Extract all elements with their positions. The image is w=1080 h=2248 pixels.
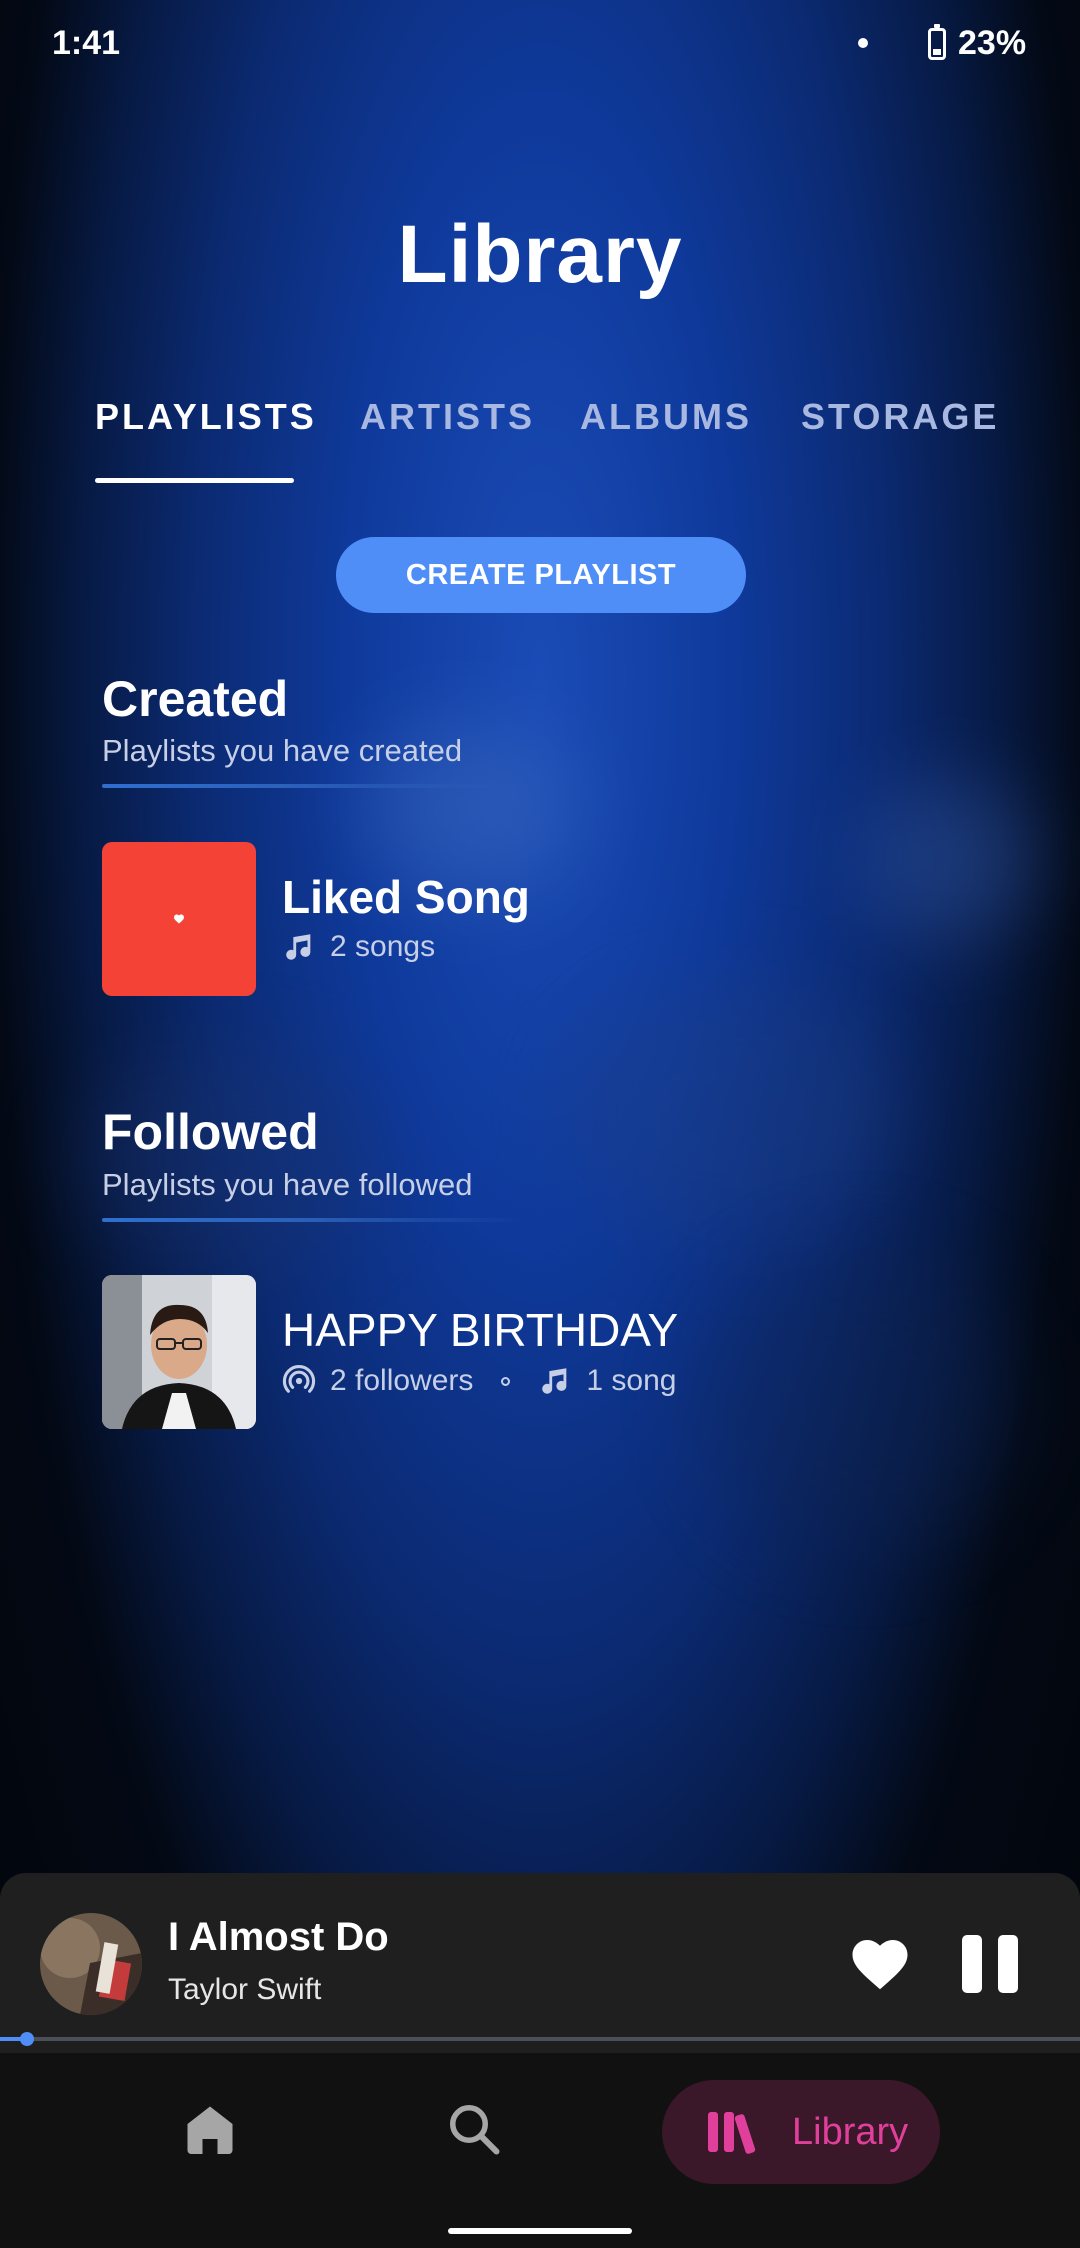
library-icon bbox=[708, 2112, 756, 2154]
follower-count: 2 followers bbox=[330, 1364, 474, 1397]
nav-library-button[interactable]: Library bbox=[662, 2080, 940, 2184]
library-tabs: PLAYLISTS ARTISTS ALBUMS STORAGE bbox=[0, 396, 1080, 492]
heart-icon bbox=[174, 914, 184, 924]
page-title: Library bbox=[397, 209, 683, 300]
playlist-title: HAPPY BIRTHDAY bbox=[282, 1304, 679, 1356]
pause-bar bbox=[998, 1935, 1018, 1993]
playlist-meta: 2 songs bbox=[282, 930, 435, 964]
playlist-meta: 2 followers 1 song bbox=[282, 1364, 676, 1398]
active-tab-indicator bbox=[95, 478, 294, 483]
search-icon[interactable] bbox=[444, 2099, 504, 2159]
podcast-icon bbox=[282, 1365, 316, 1393]
music-note-icon bbox=[286, 934, 311, 960]
tab-storage[interactable]: STORAGE bbox=[801, 396, 999, 438]
notification-dot-icon bbox=[858, 38, 868, 48]
followed-section-title: Followed bbox=[102, 1104, 319, 1160]
playback-progress[interactable] bbox=[0, 2032, 1080, 2046]
bottom-navigation: Library bbox=[0, 2053, 1080, 2248]
now-playing-artist: Taylor Swift bbox=[168, 1973, 322, 2006]
heart-icon[interactable] bbox=[850, 1935, 910, 1991]
album-art bbox=[40, 1913, 142, 2015]
status-time: 1:41 bbox=[52, 24, 121, 62]
status-bar: 1:41 23% bbox=[0, 0, 1080, 92]
tab-playlists[interactable]: PLAYLISTS bbox=[95, 396, 317, 438]
battery-percent: 23% bbox=[958, 24, 1027, 62]
pause-button[interactable] bbox=[962, 1935, 1018, 1993]
music-note-icon bbox=[542, 1368, 567, 1394]
song-count: 2 songs bbox=[330, 930, 436, 963]
playlist-title: Liked Song bbox=[282, 871, 530, 923]
now-playing-title: I Almost Do bbox=[168, 1915, 389, 1959]
home-indicator bbox=[448, 2228, 632, 2234]
section-divider bbox=[102, 784, 522, 788]
home-icon[interactable] bbox=[180, 2099, 240, 2159]
pause-bar bbox=[962, 1935, 982, 1993]
nav-library-label: Library bbox=[792, 2110, 909, 2153]
progress-knob[interactable] bbox=[20, 2032, 34, 2046]
create-playlist-button[interactable]: CREATE PLAYLIST bbox=[336, 537, 746, 613]
created-section-subtitle: Playlists you have created bbox=[102, 733, 463, 768]
playlist-cover-photo bbox=[102, 1275, 256, 1429]
created-section-title: Created bbox=[102, 671, 289, 727]
mini-player[interactable]: I Almost Do Taylor Swift bbox=[0, 1873, 1080, 2053]
followed-section-subtitle: Playlists you have followed bbox=[102, 1167, 473, 1202]
separator-dot bbox=[501, 1376, 511, 1386]
battery-icon bbox=[928, 24, 946, 60]
tab-albums[interactable]: ALBUMS bbox=[580, 396, 752, 438]
section-divider bbox=[102, 1218, 522, 1222]
song-count: 1 song bbox=[586, 1364, 677, 1397]
liked-song-cover bbox=[102, 842, 256, 996]
tab-artists[interactable]: ARTISTS bbox=[360, 396, 535, 438]
